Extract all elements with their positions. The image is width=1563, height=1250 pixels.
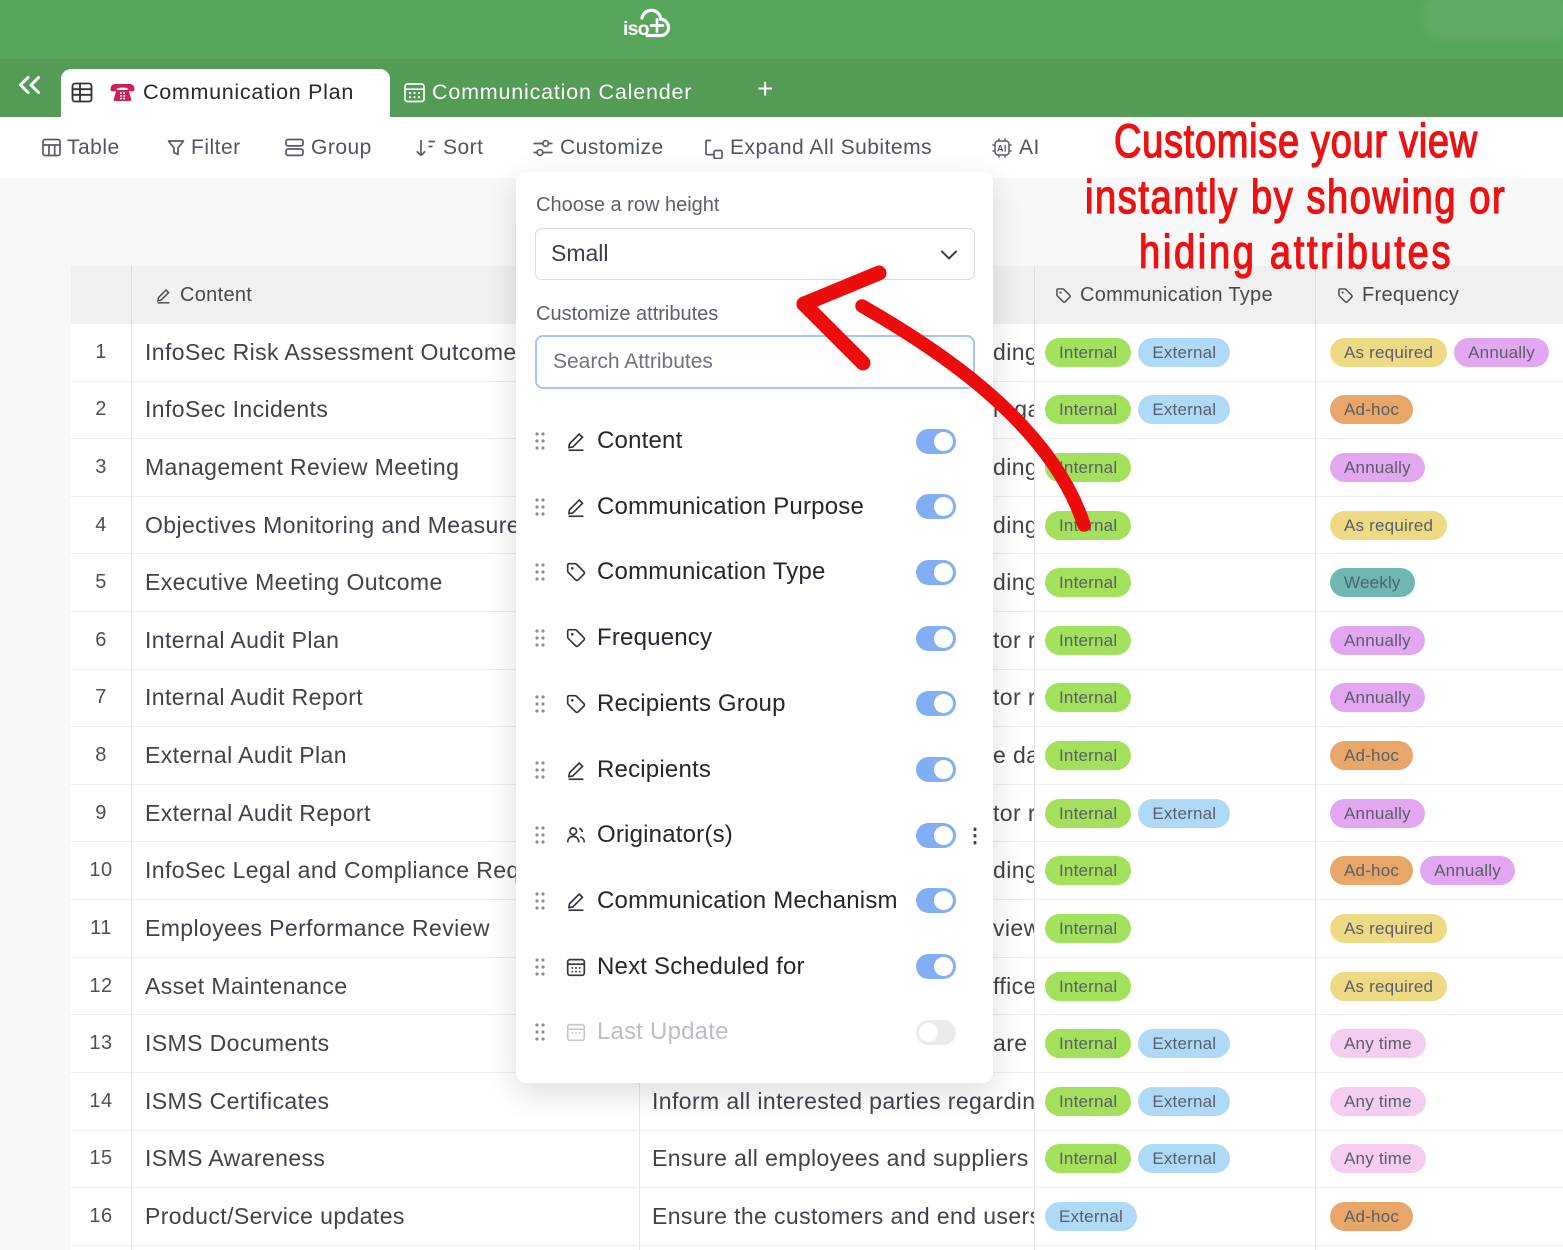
svg-text:AI: AI	[997, 143, 1007, 153]
svg-text:iso: iso	[623, 18, 650, 40]
